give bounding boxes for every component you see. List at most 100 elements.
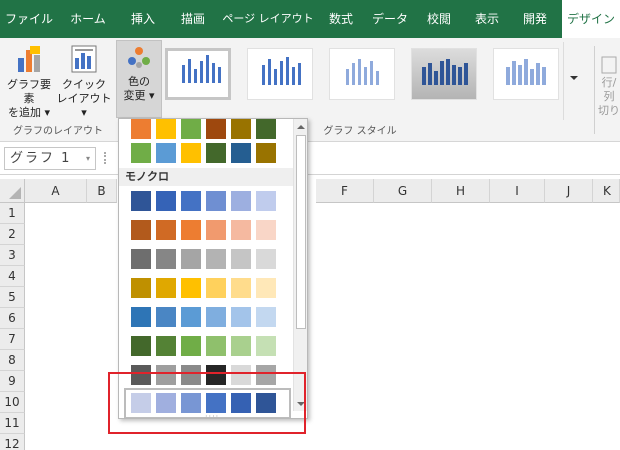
color-swatch[interactable] (156, 307, 176, 327)
switch-row-column-icon (601, 56, 617, 74)
row-header[interactable]: 5 (0, 287, 25, 308)
color-swatch[interactable] (156, 220, 176, 240)
quick-layout-button[interactable]: クイック レイアウト ▾ (56, 44, 112, 119)
color-swatch[interactable] (231, 336, 251, 356)
quick-layout-label1: クイック (62, 78, 106, 91)
color-swatch[interactable] (256, 336, 276, 356)
color-swatch[interactable] (231, 278, 251, 298)
row-header[interactable]: 7 (0, 329, 25, 350)
chart-style-5[interactable] (493, 48, 559, 100)
chart-style-3[interactable] (329, 48, 395, 100)
color-swatch[interactable] (181, 143, 201, 163)
color-swatch[interactable] (256, 278, 276, 298)
scroll-up-icon[interactable] (294, 120, 308, 134)
row-header[interactable]: 3 (0, 245, 25, 266)
color-swatch[interactable] (131, 143, 151, 163)
column-header[interactable]: A (25, 179, 87, 203)
color-swatch[interactable] (181, 249, 201, 269)
row-header[interactable]: 8 (0, 350, 25, 371)
tab-draw[interactable]: 描画 (168, 0, 218, 38)
color-swatch[interactable] (256, 143, 276, 163)
name-box[interactable]: グラフ 1 ▾ (4, 147, 96, 170)
color-swatch[interactable] (156, 143, 176, 163)
color-swatch[interactable] (206, 143, 226, 163)
select-all-corner[interactable] (0, 179, 25, 203)
color-swatch[interactable] (181, 278, 201, 298)
row-header[interactable]: 6 (0, 308, 25, 329)
column-header[interactable]: I (490, 179, 545, 203)
color-swatch[interactable] (156, 191, 176, 211)
row-header[interactable]: 9 (0, 371, 25, 392)
color-swatch[interactable] (181, 307, 201, 327)
color-swatch[interactable] (181, 220, 201, 240)
tab-design[interactable]: デザイン (562, 0, 620, 38)
chart-element-icon (18, 46, 40, 72)
tab-developer[interactable]: 開発 (512, 0, 558, 38)
color-swatch[interactable] (231, 307, 251, 327)
column-header[interactable]: K (593, 179, 620, 203)
tab-home[interactable]: ホーム (58, 0, 118, 38)
color-swatch[interactable] (156, 119, 176, 139)
tab-data[interactable]: データ (364, 0, 416, 38)
formula-bar: グラフ 1 ▾ (0, 142, 620, 175)
color-swatch[interactable] (131, 220, 151, 240)
color-swatch[interactable] (256, 249, 276, 269)
color-swatch[interactable] (131, 119, 151, 139)
color-swatch[interactable] (156, 249, 176, 269)
color-swatch[interactable] (181, 191, 201, 211)
color-swatch[interactable] (206, 336, 226, 356)
color-swatch[interactable] (256, 191, 276, 211)
color-swatch[interactable] (256, 119, 276, 139)
color-swatch[interactable] (156, 336, 176, 356)
dropdown-scrollbar[interactable] (293, 119, 307, 411)
color-swatch[interactable] (231, 191, 251, 211)
color-swatch[interactable] (156, 278, 176, 298)
tab-page-layout[interactable]: ページ レイアウト (218, 0, 318, 38)
tab-file[interactable]: ファイル (0, 0, 58, 38)
color-swatch[interactable] (231, 249, 251, 269)
tab-view[interactable]: 表示 (462, 0, 512, 38)
color-swatch[interactable] (206, 119, 226, 139)
color-swatch[interactable] (181, 119, 201, 139)
column-header[interactable]: B (87, 179, 117, 203)
color-swatch[interactable] (206, 307, 226, 327)
color-swatch[interactable] (231, 143, 251, 163)
column-header[interactable]: J (545, 179, 593, 203)
scrollbar-thumb[interactable] (296, 135, 306, 329)
color-swatch[interactable] (131, 249, 151, 269)
row-header[interactable]: 4 (0, 266, 25, 287)
color-swatch[interactable] (206, 249, 226, 269)
tab-formulas[interactable]: 数式 (318, 0, 364, 38)
color-swatch[interactable] (131, 278, 151, 298)
color-swatch[interactable] (231, 220, 251, 240)
add-chart-element-button[interactable]: グラフ要素 を追加 ▾ (2, 44, 56, 119)
change-colors-button[interactable]: 色の 変更 ▾ (116, 40, 162, 118)
color-swatch[interactable] (206, 191, 226, 211)
row-header[interactable]: 12 (0, 434, 25, 450)
row-header[interactable]: 2 (0, 224, 25, 245)
column-header[interactable]: G (374, 179, 432, 203)
gallery-more-button[interactable] (563, 42, 583, 120)
color-swatch[interactable] (231, 119, 251, 139)
column-header[interactable]: F (316, 179, 374, 203)
chart-style-4[interactable] (411, 48, 477, 100)
tab-review[interactable]: 校閲 (416, 0, 462, 38)
chart-style-1[interactable] (165, 48, 231, 100)
color-swatch[interactable] (256, 307, 276, 327)
chart-style-2[interactable] (247, 48, 313, 100)
column-header[interactable]: H (432, 179, 490, 203)
row-header[interactable]: 10 (0, 392, 25, 413)
worksheet-grid[interactable]: A B F G H I J K 1 2 3 4 5 6 7 8 9 10 11 … (0, 175, 620, 450)
color-palette-icon (128, 47, 150, 68)
color-swatch[interactable] (256, 220, 276, 240)
switch-row-column-button[interactable]: 行/列 切り (598, 56, 620, 116)
color-swatch[interactable] (206, 278, 226, 298)
color-swatch[interactable] (131, 336, 151, 356)
color-swatch[interactable] (131, 307, 151, 327)
color-swatch[interactable] (181, 336, 201, 356)
color-swatch[interactable] (206, 220, 226, 240)
row-header[interactable]: 1 (0, 203, 25, 224)
tab-insert[interactable]: 挿入 (118, 0, 168, 38)
color-swatch[interactable] (131, 191, 151, 211)
row-header[interactable]: 11 (0, 413, 25, 434)
